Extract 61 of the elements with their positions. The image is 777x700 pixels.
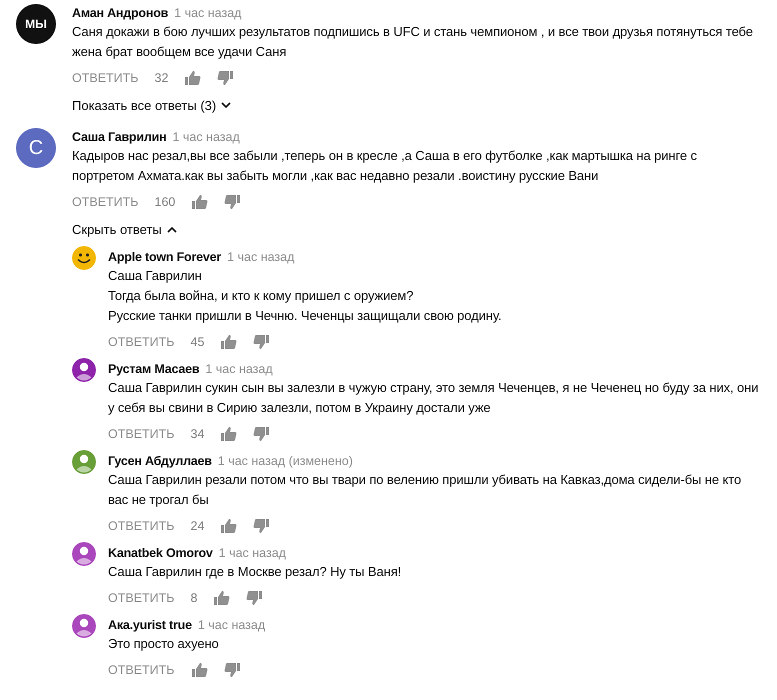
comment-text: Саша Гаврилин где в Москве резал? Ну ты Ваня! [108, 563, 402, 581]
thumbs-down-icon[interactable] [246, 590, 264, 606]
timestamp[interactable]: 1 час назад [227, 248, 294, 266]
reply-link[interactable]: ОТВЕТИТЬ [108, 427, 174, 441]
chevron-icon [221, 102, 232, 108]
comment-text: Это просто ахуено [108, 635, 220, 653]
avatar: С [16, 128, 56, 168]
chevron-icon [166, 226, 177, 232]
thumbs-up-icon[interactable] [220, 426, 238, 442]
thumbs-down-icon[interactable] [224, 662, 240, 678]
comment-text: у себя вы свини в Сирию залезли, потом в Украину достали уже [108, 399, 492, 417]
thumbs-up-icon[interactable] [220, 334, 238, 350]
timestamp[interactable]: 1 час назад [198, 616, 266, 634]
reply-link[interactable]: ОТВЕТИТЬ [108, 591, 174, 605]
author-name[interactable]: Apple town Forever [108, 248, 222, 266]
like-count: 24 [190, 519, 204, 533]
comment-text: жена брат вообщем все удачи Саня [72, 43, 288, 61]
smiley-avatar-icon [72, 246, 96, 270]
author-name[interactable]: Aка.yurist true [108, 616, 192, 634]
author-name[interactable]: Гусен Абдуллаев [108, 452, 212, 470]
comment-text: Саня докажи в бою лучших результатов подпишись в UFC и стань чемпионом , и все твои друзья потянуться тебе [72, 23, 754, 41]
thumbs-up-icon[interactable] [190, 662, 208, 678]
thumbs-up-icon[interactable] [213, 590, 230, 606]
author-name[interactable]: Рустам Масаев [108, 360, 200, 378]
reply-link[interactable]: ОТВЕТИТЬ [72, 195, 138, 209]
comment-text: Саша Гаврилин сукин сын вы залезли в чужую страну, это земля Чеченцев, я не Чеченец но буду за них, они [108, 379, 760, 397]
author-name[interactable]: Kanatbek Omorov [108, 544, 213, 562]
like-count: 8 [190, 591, 198, 605]
thumbs-down-icon[interactable] [253, 518, 270, 534]
reply-link[interactable]: ОТВЕТИТЬ [108, 519, 174, 533]
avatar-logo: МЫ [16, 4, 56, 44]
thumbs-up-icon[interactable] [191, 194, 208, 210]
comment-text: Русские танки пришли в Чечню. Чеченцы защищали свою родину. [108, 307, 502, 325]
thumbs-down-icon[interactable] [224, 194, 242, 210]
thumbs-down-icon[interactable] [253, 334, 270, 350]
thumbs-up-icon[interactable] [220, 518, 238, 534]
timestamp[interactable]: 1 час назад [205, 360, 273, 378]
replies-toggle[interactable]: Показать все ответы (3) [72, 94, 777, 116]
author-name[interactable]: Саша Гаврилин [72, 128, 166, 146]
thumbs-down-icon[interactable] [217, 70, 234, 86]
timestamp[interactable]: 1 час назад [172, 128, 240, 146]
like-count: 45 [190, 335, 204, 349]
reply-link[interactable]: ОТВЕТИТЬ [108, 335, 174, 349]
author-name[interactable]: Аман Андронов [72, 4, 168, 22]
reply-link[interactable]: ОТВЕТИТЬ [72, 71, 138, 85]
thumbs-up-icon[interactable] [184, 70, 202, 86]
comment-text: Саша Гаврилин резали потом что вы твари по велению пришли убивать на Кавказ,дома сидели-бы не кто [108, 471, 742, 489]
thumbs-down-icon[interactable] [253, 426, 270, 442]
like-count: 32 [154, 71, 168, 85]
comment-text: Кадыров нас резал,вы все забыли ,теперь он в кресле ,а Саша в его футболке ,как мартышка на ринге с [72, 147, 698, 165]
timestamp[interactable]: 1 час назад [174, 4, 242, 22]
comment-text: Саша Гаврилин [108, 267, 203, 285]
like-count: 34 [190, 427, 204, 441]
comment-text: вас не трогал бы [108, 491, 210, 509]
replies-toggle[interactable]: Скрыть ответы [72, 218, 777, 240]
comment-text: портретом Ахмата.как вы забыть могли ,как вас недавно резали .воистину русские Вани [72, 167, 600, 185]
comment-text: Тогда была война, и кто к кому пришел с оружием? [108, 287, 414, 305]
reply-link[interactable]: ОТВЕТИТЬ [108, 663, 174, 677]
timestamp[interactable]: 1 час назад [218, 544, 286, 562]
like-count: 160 [154, 195, 176, 209]
timestamp[interactable]: 1 час назад (изменено) [218, 452, 353, 470]
